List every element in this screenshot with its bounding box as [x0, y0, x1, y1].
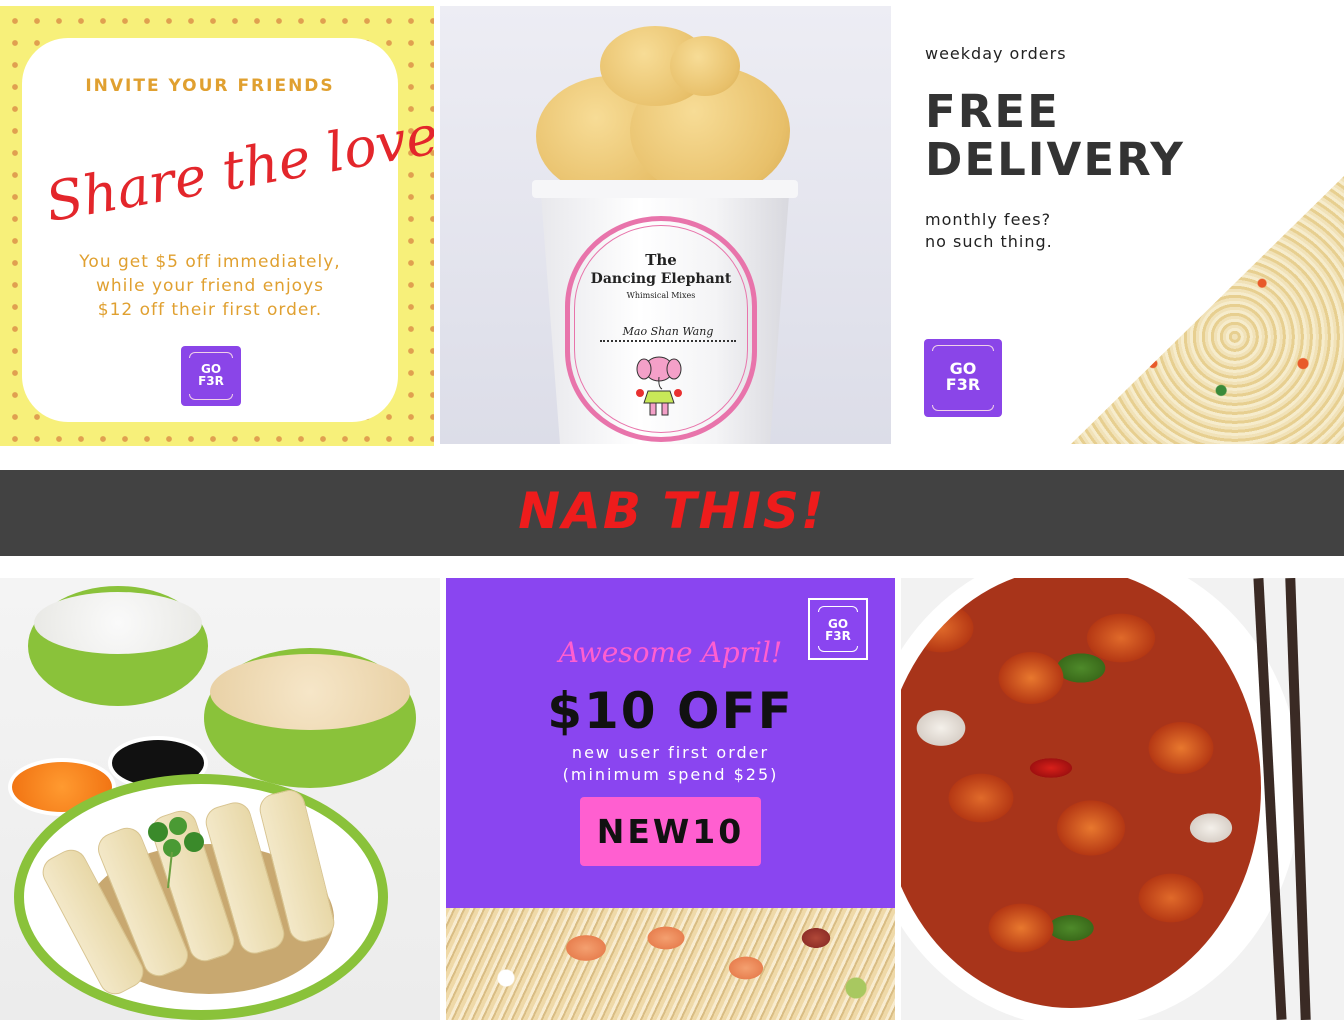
headline-line: FREE [925, 85, 1060, 138]
sweet-sour-tile[interactable] [901, 578, 1344, 1020]
logo-text: F3R [945, 375, 981, 394]
cup-rim [532, 180, 798, 198]
soup-bowl [204, 648, 416, 788]
share-card: INVITE YOUR FRIENDS Share the love You g… [22, 38, 434, 422]
delivery-eyebrow: weekday orders [925, 44, 1067, 63]
hand-icon [189, 394, 233, 400]
condition-line: new user first order [571, 743, 770, 762]
share-the-love-tile[interactable]: INVITE YOUR FRIENDS Share the love You g… [0, 6, 434, 446]
condition-line: (minimum spend $25) [562, 765, 779, 784]
offer-line: while your friend enjoys [95, 276, 325, 296]
subtext-line: no such thing. [925, 232, 1053, 251]
rice-bowl [28, 586, 208, 706]
chicken-rice-tile[interactable] [0, 578, 440, 1020]
hand-icon [932, 405, 994, 411]
banner-text: NAB THIS! [518, 482, 826, 540]
cup-label: The Dancing Elephant Whimsical Mixes Mao… [565, 216, 757, 442]
share-script-title: Share the love [41, 103, 434, 235]
noodles-photo [446, 908, 895, 1020]
ice-cream-scoop [670, 36, 740, 96]
hand-icon [189, 352, 233, 358]
brand-line: Dancing Elephant [590, 271, 732, 287]
brand-tagline: Whimsical Mixes [626, 291, 696, 300]
coriander-icon [148, 817, 204, 889]
gofer-logo: GO F3R [924, 339, 1002, 417]
fried-rice-photo [1071, 176, 1344, 444]
promo-conditions: new user first order (minimum spend $25) [446, 742, 895, 786]
logo-text: F3R [198, 374, 224, 388]
offer-line: $12 off their first order. [97, 300, 323, 320]
brand-line: The [645, 251, 677, 269]
referral-offer: You get $5 off immediately, while your f… [22, 250, 398, 322]
delivery-subtext: monthly fees? no such thing. [925, 209, 1053, 253]
subtext-line: monthly fees? [925, 210, 1052, 229]
gofer-logo: GO F3R [181, 346, 241, 406]
free-delivery-tile[interactable]: weekday orders FREE DELIVERY monthly fee… [891, 6, 1344, 444]
promo-amount: $10 OFF [547, 682, 794, 740]
invite-heading: INVITE YOUR FRIENDS [85, 76, 335, 96]
elephant-icon [636, 356, 682, 416]
hand-icon [932, 345, 994, 351]
headline-line: DELIVERY [925, 133, 1185, 186]
april-promo-tile[interactable]: GO F3R Awesome April! $10 OFF new user f… [446, 578, 895, 1020]
ice-cream-tile[interactable]: The Dancing Elephant Whimsical Mixes Mao… [440, 6, 891, 444]
offer-line: You get $5 off immediately, [79, 252, 341, 272]
flavour-label: Mao Shan Wang [600, 325, 736, 342]
promo-code-button[interactable]: NEW10 [580, 797, 761, 866]
promo-script-title: Awesome April! [558, 636, 783, 669]
delivery-headline: FREE DELIVERY [925, 88, 1185, 184]
nab-this-banner: NAB THIS! [0, 470, 1344, 556]
hand-icon [818, 606, 858, 612]
